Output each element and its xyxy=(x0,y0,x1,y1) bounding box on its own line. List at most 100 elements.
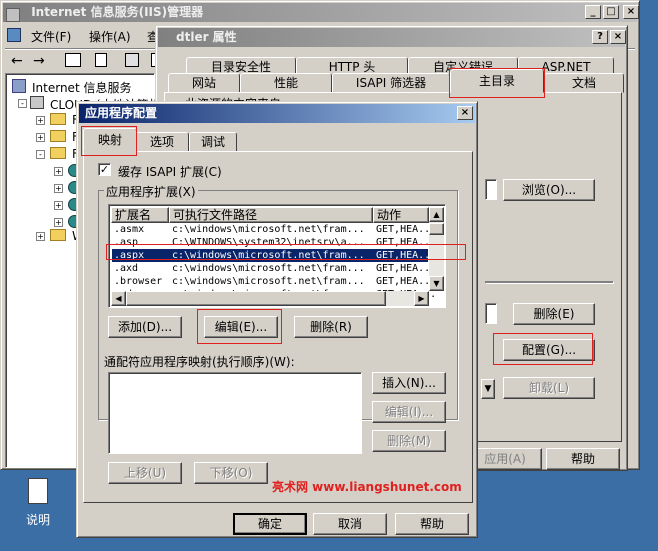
expand-plus-icon[interactable]: + xyxy=(54,184,63,193)
cell-path: c:\windows\microsoft.net\fram... xyxy=(172,276,365,287)
expand-plus-icon[interactable]: + xyxy=(36,116,45,125)
iis-titlebar: Internet 信息服务(IIS)管理器 xyxy=(3,3,637,22)
back-arrow-icon[interactable]: ← xyxy=(11,53,23,69)
mmc-menu-icon[interactable] xyxy=(7,28,21,42)
cell-path: c:\windows\microsoft.net\fram... xyxy=(172,224,365,235)
app-config-dialog: 应用程序配置 × 映射 选项 调试 ✓ 缓存 ISAPI 扩展(C) 应用程序扩… xyxy=(76,101,478,538)
annotation-box xyxy=(493,333,593,365)
tab-performance[interactable]: 性能 xyxy=(240,73,332,93)
horizontal-scrollbar[interactable]: ◀ ▶ xyxy=(111,291,429,306)
menu-file[interactable]: 文件(F) xyxy=(31,28,71,45)
scroll-left-arrow[interactable]: ◀ xyxy=(111,291,126,306)
cancel-button[interactable]: 取消 xyxy=(313,513,387,535)
cache-isapi-checkbox[interactable]: ✓ xyxy=(98,163,111,176)
column-header-path[interactable]: 可执行文件路径 xyxy=(169,207,373,223)
refresh-icon[interactable] xyxy=(125,53,139,67)
execute-permissions-dropdown-arrow[interactable]: ▼ xyxy=(481,379,495,399)
table-row[interactable]: .axd c:\windows\microsoft.net\fram... GE… xyxy=(112,262,436,275)
move-down-button[interactable]: 下移(O) xyxy=(194,462,268,484)
expand-minus-icon[interactable]: - xyxy=(18,99,27,108)
tree-root-label[interactable]: Internet 信息服务 xyxy=(32,79,131,96)
remove-wildcard-button[interactable]: 删除(M) xyxy=(372,430,446,452)
column-header-extension[interactable]: 扩展名 xyxy=(111,207,169,223)
cache-isapi-label[interactable]: 缓存 ISAPI 扩展(C) xyxy=(118,163,222,180)
iis-root-icon xyxy=(12,79,26,93)
expand-plus-icon[interactable]: + xyxy=(54,167,63,176)
menu-action[interactable]: 操作(A) xyxy=(89,28,131,45)
unload-button[interactable]: 卸载(L) xyxy=(503,377,595,399)
tab-debugging[interactable]: 调试 xyxy=(189,132,237,152)
cell-extension: .asmx xyxy=(114,224,145,235)
close-button[interactable]: × xyxy=(623,5,639,19)
scroll-thumb[interactable] xyxy=(126,291,386,306)
document-icon[interactable] xyxy=(28,478,48,504)
cell-extension: .browser xyxy=(114,276,163,287)
tab-isapi-filters[interactable]: ISAPI 筛选器 xyxy=(332,73,450,93)
table-row[interactable]: .asmx c:\windows\microsoft.net\fram... G… xyxy=(112,223,436,236)
iis-app-icon xyxy=(6,7,20,22)
cell-verbs: GET,HEA... xyxy=(376,276,437,287)
scroll-down-arrow[interactable]: ▼ xyxy=(429,276,444,291)
expand-minus-icon[interactable]: - xyxy=(36,150,45,159)
close-button[interactable]: × xyxy=(610,30,626,44)
wildcard-listbox[interactable] xyxy=(108,372,362,454)
expand-plus-icon[interactable]: + xyxy=(36,232,45,241)
edit-wildcard-button[interactable]: 编辑(I)... xyxy=(372,401,446,423)
help-question-button[interactable]: ? xyxy=(592,30,608,44)
annotation-box xyxy=(449,68,545,98)
scroll-up-arrow[interactable]: ▲ xyxy=(429,207,444,222)
iis-title: Internet 信息服务(IIS)管理器 xyxy=(31,5,204,19)
scroll-thumb[interactable] xyxy=(429,223,444,235)
cell-path: c:\windows\microsoft.net\fram... xyxy=(172,263,365,274)
insert-button[interactable]: 插入(N)... xyxy=(372,372,446,394)
computer-icon xyxy=(30,96,44,109)
browse-button[interactable]: 浏览(O)... xyxy=(503,179,595,201)
maximize-button[interactable]: □ xyxy=(603,5,619,19)
mappings-panel: ✓ 缓存 ISAPI 扩展(C) 应用程序扩展(X) 扩展名 可执行文件路径 动… xyxy=(83,151,473,503)
cell-verbs: GET,HEA... xyxy=(376,263,437,274)
cell-verbs: GET,HEA... xyxy=(376,224,437,235)
cell-extension: .axd xyxy=(114,263,139,274)
desktop-icon-label[interactable]: 说明 xyxy=(26,511,50,528)
wildcard-mappings-label: 通配符应用程序映射(执行顺序)(W): xyxy=(104,355,295,369)
properties-title: dtler 属性 xyxy=(176,30,237,44)
annotation-box xyxy=(106,244,466,260)
tab-options[interactable]: 选项 xyxy=(135,132,189,152)
extensions-group-label: 应用程序扩展(X) xyxy=(104,183,198,200)
tab-documents[interactable]: 文档 xyxy=(544,73,624,93)
move-up-button[interactable]: 上移(U) xyxy=(108,462,182,484)
folder-icon xyxy=(50,130,66,142)
remove-app-button[interactable]: 删除(E) xyxy=(513,303,595,325)
add-button[interactable]: 添加(D)... xyxy=(108,316,182,338)
scroll-right-arrow[interactable]: ▶ xyxy=(414,291,429,306)
remove-button[interactable]: 删除(R) xyxy=(294,316,368,338)
help-button[interactable]: 帮助 xyxy=(395,513,469,535)
minimize-button[interactable]: _ xyxy=(585,5,601,19)
application-settings-group xyxy=(485,281,613,283)
watermark-text: 亮术网 www.liangshunet.com xyxy=(272,480,462,494)
forward-arrow-icon[interactable]: → xyxy=(33,53,45,69)
folder-icon xyxy=(50,229,66,241)
column-header-verbs[interactable]: 动作 xyxy=(373,207,429,223)
show-tree-icon[interactable] xyxy=(65,53,81,67)
table-row[interactable]: .browser c:\windows\microsoft.net\fram..… xyxy=(112,275,436,288)
folder-icon xyxy=(50,113,66,125)
help-button[interactable]: 帮助 xyxy=(546,448,620,470)
tab-website[interactable]: 网站 xyxy=(168,73,240,93)
properties-titlebar: dtler 属性 xyxy=(158,28,625,47)
annotation-box xyxy=(197,309,282,344)
expand-plus-icon[interactable]: + xyxy=(36,133,45,142)
ok-button[interactable]: 确定 xyxy=(233,513,307,535)
close-button[interactable]: × xyxy=(457,106,473,120)
expand-plus-icon[interactable]: + xyxy=(54,218,63,227)
local-path-input[interactable] xyxy=(485,179,497,200)
app-config-titlebar: 应用程序配置 xyxy=(79,104,475,123)
annotation-box xyxy=(81,126,137,156)
expand-plus-icon[interactable]: + xyxy=(54,201,63,210)
folder-open-icon xyxy=(50,147,66,159)
app-config-title: 应用程序配置 xyxy=(85,106,158,120)
application-name-input[interactable] xyxy=(485,303,497,324)
apply-button[interactable]: 应用(A) xyxy=(468,448,542,470)
listview-header: 扩展名 可执行文件路径 动作 xyxy=(111,207,429,223)
copy-icon[interactable] xyxy=(95,53,107,67)
